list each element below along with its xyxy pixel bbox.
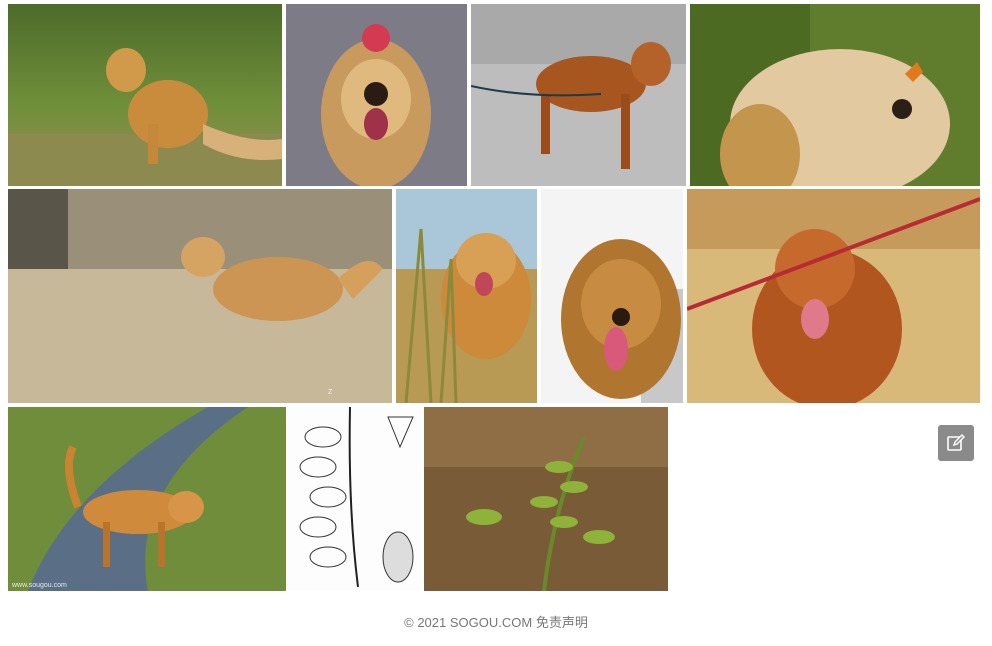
image-tile-8[interactable]: [687, 189, 980, 403]
image-tile-7[interactable]: [541, 189, 683, 403]
image-tile-3[interactable]: [471, 4, 686, 186]
image-tile-5[interactable]: Z: [8, 189, 392, 403]
image-dog-in-grass-smiling: [396, 189, 537, 403]
image-dog-sitting-grass: [8, 4, 282, 186]
footer: © 2021 SOGOU.COM 免责声明: [0, 612, 992, 631]
image-dog-butterfly-nose: [690, 4, 980, 186]
image-tile-6[interactable]: [396, 189, 537, 403]
image-tile-4[interactable]: [690, 4, 980, 186]
image-botanical-sketch: [288, 407, 421, 591]
image-dog-sunlight-tongue: [541, 189, 683, 403]
image-dog-flower-hat: [286, 4, 467, 186]
feedback-edit-button[interactable]: [938, 425, 974, 461]
image-tile-10[interactable]: [288, 407, 421, 591]
svg-text:www.sougou.com: www.sougou.com: [11, 582, 67, 589]
disclaimer-link[interactable]: 免责声明: [536, 612, 588, 631]
image-dog-walking-path: www.sougou.com: [8, 407, 286, 591]
image-tile-2[interactable]: [286, 4, 467, 186]
image-tile-11[interactable]: [424, 407, 668, 591]
svg-text:Z: Z: [328, 389, 333, 396]
edit-icon: [947, 434, 965, 451]
image-gallery: Z www.sougou.com: [0, 0, 992, 600]
image-tile-9[interactable]: www.sougou.com: [8, 407, 286, 591]
copyright-text: © 2021 SOGOU.COM: [404, 615, 533, 630]
image-dog-running-dirt: Z: [8, 189, 392, 403]
image-dog-on-leash-street: [471, 4, 686, 186]
image-cocker-spaniel: [687, 189, 980, 403]
image-fern-plant: [424, 407, 668, 591]
image-tile-1[interactable]: [8, 4, 282, 186]
